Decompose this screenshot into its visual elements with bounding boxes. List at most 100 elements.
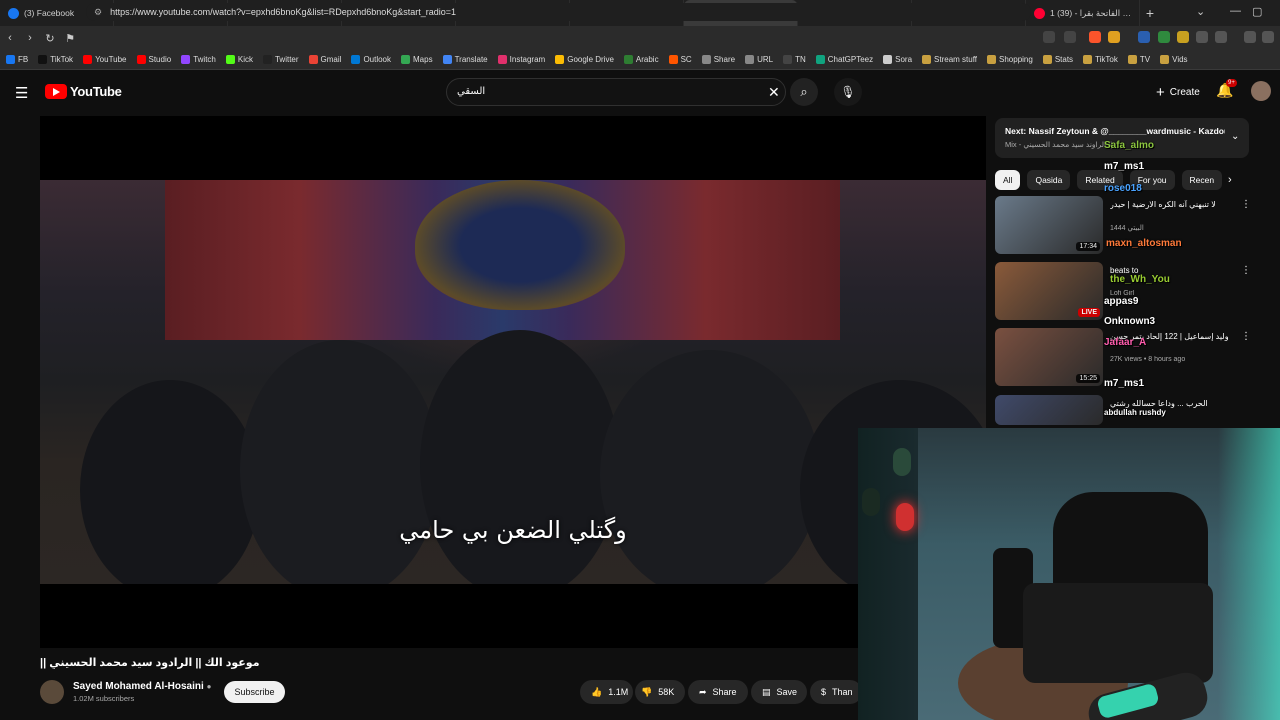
recommendation-title[interactable]: لا تنبهني آنه الكره الارضية | حيدر <box>1110 200 1240 209</box>
bookmark-item[interactable]: Kick <box>225 55 253 64</box>
search-button[interactable]: ⌕ <box>790 78 818 106</box>
create-button[interactable]: + Create <box>1148 79 1208 105</box>
bookmark-icon <box>783 55 793 64</box>
bookmark-item[interactable]: Stats <box>1042 55 1073 64</box>
back-icon[interactable]: ‹ <box>0 32 20 44</box>
bookmark-item[interactable]: Translate <box>442 55 488 64</box>
bookmark-item[interactable]: SC <box>668 55 692 64</box>
search-box[interactable]: السقي ✕ <box>446 78 786 106</box>
save-button[interactable]: ▤ Save <box>751 680 807 704</box>
reload-icon[interactable]: ↻ <box>40 32 60 45</box>
subscribe-button[interactable]: Subscribe <box>224 681 285 703</box>
bookmark-item[interactable]: Stream stuff <box>922 55 977 64</box>
bookmark-icon <box>745 55 755 64</box>
search-input[interactable]: السقي <box>457 86 485 97</box>
bookmark-item[interactable]: Arabic <box>623 55 659 64</box>
bookmark-item[interactable]: ChatGPTeez <box>815 55 874 64</box>
bookmark-item[interactable]: TikTok <box>1083 55 1118 64</box>
bookmark-item[interactable]: TV <box>1127 55 1150 64</box>
recommendation-thumbnail[interactable] <box>995 395 1103 425</box>
site-info-icon[interactable]: ⚙ <box>94 7 102 18</box>
chat-username: m7_ms1 <box>1104 378 1145 389</box>
channel-avatar[interactable] <box>40 680 64 704</box>
extension-icon[interactable] <box>1177 31 1189 43</box>
share-page-icon[interactable] <box>1064 31 1076 43</box>
bookmark-item[interactable]: Maps <box>401 55 433 64</box>
bookmark-label: Twitter <box>274 55 299 64</box>
bookmark-label: TN <box>795 55 806 64</box>
maximize-icon[interactable]: ▢ <box>1252 5 1262 18</box>
bookmark-item[interactable]: TikTok <box>38 55 73 64</box>
bookmark-icon <box>401 55 411 64</box>
webcam-chair-seat <box>1023 583 1213 683</box>
hamburger-menu-icon[interactable]: ☰ <box>15 84 28 102</box>
recommendation-thumbnail[interactable]: 15:25 <box>995 328 1103 386</box>
bookmark-label: Gmail <box>320 55 342 64</box>
minimize-icon[interactable]: — <box>1230 5 1241 17</box>
brave-shield-icon[interactable] <box>1089 31 1101 43</box>
clear-search-icon[interactable]: ✕ <box>768 84 780 101</box>
dislike-button[interactable]: 👎 58K <box>635 680 685 704</box>
bookmark-item[interactable]: Twitch <box>181 55 216 64</box>
bookmark-icon <box>497 55 507 64</box>
forward-icon[interactable]: › <box>20 32 40 44</box>
new-tab-button[interactable]: + <box>1140 5 1160 21</box>
microphone-icon: 🎙 <box>840 85 856 99</box>
bookmark-item[interactable]: FB <box>6 55 28 64</box>
bookmark-icon[interactable]: ⚑ <box>60 32 80 45</box>
recommendation-meta: 27K views • 8 hours ago <box>1110 356 1186 363</box>
filter-chip[interactable]: Qasida <box>1027 170 1071 190</box>
chevron-right-icon[interactable]: › <box>1228 174 1232 186</box>
bookmark-item[interactable]: Twitter <box>262 55 299 64</box>
menu-icon[interactable] <box>1262 31 1274 43</box>
channel-name[interactable]: Sayed Mohamed Al-Hosaini ● <box>73 681 211 692</box>
extensions-puzzle-icon[interactable] <box>1196 31 1208 43</box>
filter-chip[interactable]: All <box>995 170 1021 190</box>
bookmark-item[interactable]: Vids <box>1160 55 1188 64</box>
bookmark-item[interactable]: Outlook <box>351 55 391 64</box>
bookmark-item[interactable]: Studio <box>136 55 171 64</box>
more-options-icon[interactable]: ⋮ <box>1241 265 1251 276</box>
thanks-button[interactable]: $ Than <box>810 680 862 704</box>
bookmark-item[interactable]: Gmail <box>308 55 342 64</box>
youtube-header: ☰ YouTube السقي ✕ ⌕ 🎙 + Create 🔔 9+ <box>0 70 1280 114</box>
more-options-icon[interactable]: ⋮ <box>1241 331 1251 342</box>
install-app-icon[interactable] <box>1043 31 1055 43</box>
bookmark-item[interactable]: Share <box>701 55 735 64</box>
bookmark-item[interactable]: Instagram <box>497 55 545 64</box>
filter-chip[interactable]: Recen <box>1181 170 1223 190</box>
bookmark-icon <box>308 55 318 64</box>
recommendation-title[interactable]: الحرب ... وداعا حسالله رشتي <box>1110 399 1240 408</box>
address-bar[interactable]: ⚙ https://www.youtube.com/watch?v=epxhd6… <box>86 3 1031 21</box>
bookmark-item[interactable]: TN <box>783 55 806 64</box>
extension-icon[interactable] <box>1158 31 1170 43</box>
more-options-icon[interactable]: ⋮ <box>1241 199 1251 210</box>
chat-username: abdullah rushdy <box>1104 408 1166 417</box>
like-button[interactable]: 👍 1.1M <box>580 680 633 704</box>
bookmark-icon <box>815 55 825 64</box>
bookmark-label: ChatGPTeez <box>827 55 874 64</box>
bookmark-item[interactable]: Shopping <box>987 55 1033 64</box>
extension-icon[interactable] <box>1138 31 1150 43</box>
bookmark-item[interactable]: URL <box>745 55 773 64</box>
video-player[interactable]: وگتلي الضعن بي حامي <box>40 116 986 648</box>
share-button[interactable]: ➦ Share <box>688 680 748 704</box>
youtube-logo[interactable]: YouTube <box>45 84 122 99</box>
recommendation-thumbnail[interactable]: 17:34 <box>995 196 1103 254</box>
chevron-down-icon[interactable]: ⌄ <box>1231 131 1239 142</box>
bookmark-item[interactable]: YouTube <box>83 55 127 64</box>
tab-search-icon[interactable]: ⌄ <box>1196 5 1205 18</box>
up-next-panel[interactable]: Next: Nassif Zeytoun & @________wardmusi… <box>995 118 1249 158</box>
sidebar-icon[interactable] <box>1215 31 1227 43</box>
bookmark-item[interactable]: Sora <box>883 55 912 64</box>
recommendation-thumbnail[interactable]: LIVE <box>995 262 1103 320</box>
crowd-figure <box>240 340 440 584</box>
rewards-icon[interactable] <box>1108 31 1120 43</box>
bookmark-label: TikTok <box>50 55 74 64</box>
media-icon[interactable] <box>1244 31 1256 43</box>
voice-search-button[interactable]: 🎙 <box>834 78 862 106</box>
account-avatar[interactable] <box>1251 81 1271 101</box>
browser-tab[interactable]: 1 (39) - سورة الفاتحة بقرا <box>1026 0 1140 26</box>
bookmark-item[interactable]: Google Drive <box>555 55 614 64</box>
bookmark-icon <box>351 55 361 64</box>
